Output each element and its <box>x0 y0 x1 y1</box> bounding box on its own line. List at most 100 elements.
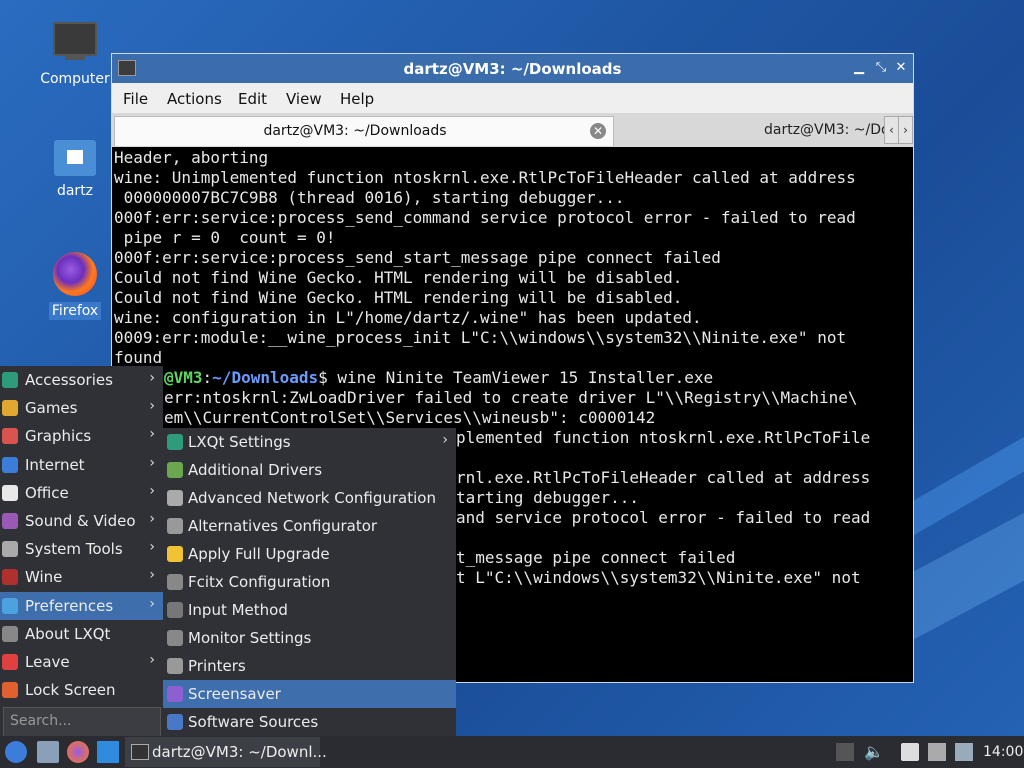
tab-close-icon[interactable]: ✕ <box>590 123 606 139</box>
menubar: File Actions Edit View Help <box>112 83 913 113</box>
tab-downloads-active[interactable]: dartz@VM3: ~/Downloads ✕ <box>114 116 614 146</box>
computer-icon <box>53 22 97 56</box>
menu-item-printers[interactable]: Printers <box>163 652 456 680</box>
desktop-icon-computer[interactable]: Computer <box>30 22 120 88</box>
tab-downloads-2[interactable]: dartz@VM3: ~/Downloads <box>614 116 884 145</box>
task-label: dartz@VM3: ~/Downl... <box>152 743 327 761</box>
submenu-arrow-icon: › <box>149 370 155 386</box>
menu-item-label: Office <box>25 483 69 502</box>
menu-item-sound-video[interactable]: Sound & Video › <box>0 507 163 535</box>
taskbar: dartz@VM3: ~/Downl... 🔈 14:00 <box>0 736 1024 768</box>
update-notifier-icon[interactable] <box>955 743 973 761</box>
menu-edit[interactable]: Edit <box>238 90 267 108</box>
terminal-task-icon <box>131 744 149 760</box>
submenu-arrow-icon: › <box>149 398 155 415</box>
start-menu-icon[interactable] <box>5 741 27 763</box>
desktop-icon-firefox[interactable]: Firefox <box>30 252 120 320</box>
terminal-line: wine: configuration in L"/home/dartz/.wi… <box>114 308 702 327</box>
menu-item-monitor-settings[interactable]: Monitor Settings <box>163 624 456 652</box>
menu-file[interactable]: File <box>123 90 148 108</box>
clock[interactable]: 14:00 <box>983 744 1023 760</box>
maximize-button[interactable]: ⤡ <box>872 59 890 77</box>
menu-item-label: Graphics <box>25 427 92 446</box>
screensaver-icon <box>167 686 183 702</box>
menu-item-system-tools[interactable]: System Tools › <box>0 535 163 563</box>
menu-item-software-sources[interactable]: Software Sources <box>163 708 456 736</box>
menu-item-internet[interactable]: Internet › <box>0 451 163 479</box>
terminal-line: plemented function ntoskrnl.exe.RtlPcToF… <box>456 428 871 447</box>
menu-item-office[interactable]: Office › <box>0 479 163 507</box>
menu-item-label: Sound & Video <box>25 512 136 530</box>
terminal-line: 000000007BC7C9B8 (thread 0016), starting… <box>114 188 625 207</box>
terminal-line: wine: Unimplemented function ntoskrnl.ex… <box>114 168 856 187</box>
internet-icon <box>2 456 18 473</box>
tab-scroll-right-icon[interactable]: › <box>898 116 913 144</box>
menu-item-lock-screen[interactable]: Lock Screen <box>0 676 163 704</box>
menu-item-screensaver[interactable]: Screensaver <box>163 680 456 708</box>
network-icon[interactable] <box>928 743 946 761</box>
file-manager-icon[interactable] <box>37 741 59 763</box>
menu-item-leave[interactable]: Leave › <box>0 648 163 676</box>
terminal-line: Could not find Wine Gecko. HTML renderin… <box>114 268 683 287</box>
menu-item-label: Fcitx Configuration <box>188 573 331 591</box>
menu-item-additional-drivers[interactable]: Additional Drivers <box>163 456 456 484</box>
menu-item-about-lxqt[interactable]: About LXQt <box>0 620 163 648</box>
drivers-icon <box>167 462 183 478</box>
tab-label: dartz@VM3: ~/Downloads <box>764 122 884 138</box>
menu-item-lxqt-settings[interactable]: LXQt Settings › <box>163 428 456 456</box>
task-terminal-button[interactable]: dartz@VM3: ~/Downl... <box>125 737 327 767</box>
menu-item-label: Internet <box>25 455 85 474</box>
volume-icon[interactable]: 🔈 <box>864 743 884 761</box>
terminal-line: em\\CurrentControlSet\\Services\\wineusb… <box>164 408 656 427</box>
firefox-launcher-icon[interactable] <box>67 741 89 763</box>
games-icon <box>2 400 18 417</box>
menu-item-games[interactable]: Games › <box>0 394 163 422</box>
menu-item-label: Apply Full Upgrade <box>188 545 330 563</box>
window-titlebar[interactable]: dartz@VM3: ~/Downloads ▁ ⤡ ✕ <box>112 54 913 83</box>
menu-item-label: Leave <box>25 653 70 671</box>
tab-bar: dartz@VM3: ~/Downloads ✕ dartz@VM3: ~/Do… <box>112 113 913 147</box>
close-button[interactable]: ✕ <box>892 59 910 77</box>
terminal-line: 000f:err:service:process_send_start_mess… <box>114 248 721 267</box>
graphics-icon <box>2 428 18 445</box>
menu-item-input-method[interactable]: Input Method <box>163 596 456 624</box>
input-method-icon <box>167 602 183 618</box>
menu-search-input[interactable]: Search... <box>3 707 161 737</box>
accessories-icon <box>2 372 18 388</box>
menu-item-label: LXQt Settings <box>188 433 291 451</box>
terminal-line: err:ntoskrnl:ZwLoadDriver failed to crea… <box>164 388 858 407</box>
menu-item-preferences[interactable]: Preferences › <box>0 591 163 620</box>
menu-help[interactable]: Help <box>340 90 374 108</box>
menu-item-label: Advanced Network Configuration <box>188 489 436 507</box>
tab-scroll-left-icon[interactable]: ‹ <box>884 116 899 144</box>
terminal-line: Header, aborting <box>114 148 269 167</box>
submenu-arrow-icon: › <box>149 539 155 556</box>
terminal-line: Could not find Wine Gecko. HTML renderin… <box>114 288 683 307</box>
clipboard-icon[interactable] <box>901 743 919 761</box>
menu-item-fcitx-configuration[interactable]: Fcitx Configuration <box>163 568 456 596</box>
prompt-dollar: $ <box>318 368 328 387</box>
lock-icon <box>2 682 18 699</box>
menu-item-apply-full-upgrade[interactable]: Apply Full Upgrade <box>163 540 456 568</box>
menu-item-wine[interactable]: Wine › <box>0 563 163 591</box>
menu-item-label: About LXQt <box>25 624 111 643</box>
prompt-path: ~/Downloads <box>212 368 319 387</box>
terminal-line: and service protocol error - failed to r… <box>456 508 871 527</box>
menu-item-advanced-network-configuration[interactable]: Advanced Network Configuration <box>163 484 456 512</box>
submenu-arrow-icon: › <box>149 595 155 612</box>
terminal-line: pipe r = 0 count = 0! <box>114 228 336 247</box>
desktop-icon-home[interactable]: dartz <box>30 140 120 200</box>
menu-item-accessories[interactable]: Accessories › <box>0 366 163 394</box>
terminal-line: t L"C:\\windows\\system32\\Ninite.exe" n… <box>456 568 861 587</box>
tray-arrow-icon[interactable] <box>836 743 854 761</box>
menu-item-label: Monitor Settings <box>188 629 312 647</box>
minimize-button[interactable]: ▁ <box>850 59 868 77</box>
menu-item-alternatives-configurator[interactable]: Alternatives Configurator <box>163 512 456 540</box>
desktop-icon-label: Firefox <box>48 302 102 320</box>
menu-actions[interactable]: Actions <box>167 90 222 108</box>
menu-item-label: Input Method <box>188 601 288 619</box>
menu-view[interactable]: View <box>286 90 322 108</box>
menu-item-label: Software Sources <box>188 713 319 731</box>
menu-item-graphics[interactable]: Graphics › <box>0 422 163 450</box>
show-desktop-icon[interactable] <box>97 741 119 763</box>
